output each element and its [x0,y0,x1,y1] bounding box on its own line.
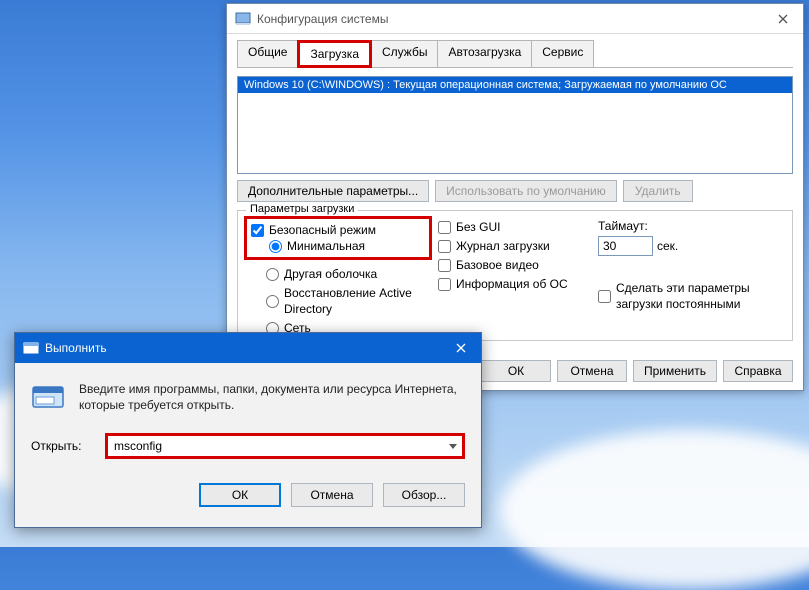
run-description: Введите имя программы, папки, документа … [79,381,465,415]
no-gui-input[interactable] [438,221,451,234]
boot-log-checkbox[interactable]: Журнал загрузки [438,238,588,254]
base-video-checkbox[interactable]: Базовое видео [438,257,588,273]
persist-checkbox[interactable]: Сделать эти параметры загрузки постоянны… [598,280,758,312]
tab-services[interactable]: Службы [371,40,438,68]
run-cancel-button[interactable]: Отмена [291,483,373,507]
run-open-combobox[interactable] [105,433,465,459]
radio-ad-repair-input[interactable] [266,295,279,308]
run-ok-button[interactable]: ОК [199,483,281,507]
close-icon [778,14,788,24]
no-gui-checkbox[interactable]: Без GUI [438,219,588,235]
safe-mode-input[interactable] [251,224,264,237]
base-video-label: Базовое видео [456,257,539,273]
timeout-input[interactable] [598,236,653,256]
group-title: Параметры загрузки [246,203,358,215]
run-title: Выполнить [45,341,441,355]
run-dialog: Выполнить Введите имя программы, папки, … [14,332,482,528]
tab-general[interactable]: Общие [237,40,298,68]
cancel-button[interactable]: Отмена [557,360,627,382]
msconfig-icon [235,11,251,27]
close-button[interactable] [763,4,803,34]
run-browse-button[interactable]: Обзор... [383,483,465,507]
help-button[interactable]: Справка [723,360,793,382]
radio-alt-shell[interactable]: Другая оболочка [266,266,428,282]
close-icon [456,343,466,353]
boot-log-label: Журнал загрузки [456,238,550,254]
boot-entry[interactable]: Windows 10 (C:\WINDOWS) : Текущая операц… [238,77,792,93]
radio-alt-shell-input[interactable] [266,268,279,281]
apply-button[interactable]: Применить [633,360,717,382]
safe-mode-label: Безопасный режим [269,222,376,238]
radio-minimal-label: Минимальная [287,238,365,254]
use-default-button: Использовать по умолчанию [435,180,617,202]
window-title: Конфигурация системы [257,12,763,26]
boot-log-input[interactable] [438,240,451,253]
timeout-label: Таймаут: [598,219,758,233]
run-dialog-icon [23,340,39,356]
safe-mode-checkbox[interactable]: Безопасный режим [251,222,425,238]
persist-input[interactable] [598,290,611,303]
advanced-params-button[interactable]: Дополнительные параметры... [237,180,429,202]
boot-options-group: Параметры загрузки Безопасный режим Мини… [237,210,793,341]
title-bar: Конфигурация системы [227,4,803,34]
os-info-input[interactable] [438,278,451,291]
boot-entries-listbox[interactable]: Windows 10 (C:\WINDOWS) : Текущая операц… [237,76,793,174]
delete-button: Удалить [623,180,693,202]
os-info-checkbox[interactable]: Информация об ОС [438,276,588,292]
tab-tools[interactable]: Сервис [531,40,594,68]
radio-minimal[interactable]: Минимальная [269,238,425,254]
timeout-unit: сек. [657,239,678,253]
chevron-down-icon[interactable] [444,436,462,456]
run-open-input[interactable] [108,436,444,456]
run-open-label: Открыть: [31,439,95,453]
radio-minimal-input[interactable] [269,240,282,253]
os-info-label: Информация об ОС [456,276,568,292]
run-title-bar: Выполнить [15,333,481,363]
tab-boot[interactable]: Загрузка [297,40,372,68]
radio-ad-repair[interactable]: Восстановление Active Directory [266,285,428,317]
radio-ad-repair-label: Восстановление Active Directory [284,285,428,317]
safe-mode-highlight: Безопасный режим Минимальная [244,216,432,260]
run-close-button[interactable] [441,333,481,363]
base-video-input[interactable] [438,259,451,272]
tab-startup[interactable]: Автозагрузка [437,40,532,68]
tab-strip: Общие Загрузка Службы Автозагрузка Серви… [237,40,793,68]
wallpaper-cloud [500,430,809,590]
persist-label: Сделать эти параметры загрузки постоянны… [616,280,758,312]
no-gui-label: Без GUI [456,219,500,235]
run-app-icon [31,381,65,415]
ok-button[interactable]: ОК [481,360,551,382]
radio-alt-shell-label: Другая оболочка [284,266,377,282]
